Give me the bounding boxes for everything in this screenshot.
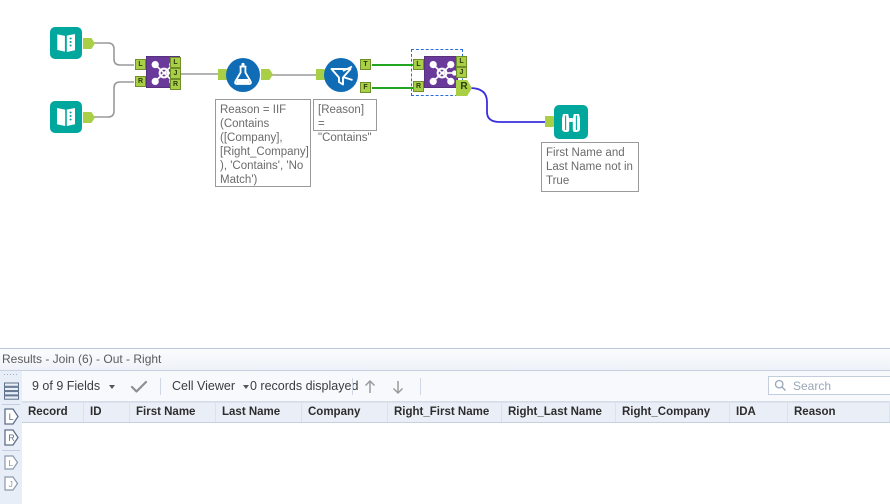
- output-anchor-left[interactable]: L: [170, 57, 181, 68]
- formula-icon: [226, 58, 260, 92]
- rail-divider-2: [2, 450, 20, 451]
- records-displayed-label: 0 records displayed: [250, 379, 359, 393]
- connection-join2-browse: [469, 87, 550, 123]
- workflow-canvas[interactable]: L R L J R T F L R L J R Reason = IIF (Co…: [0, 0, 890, 348]
- book-icon: [57, 108, 75, 126]
- toolbar-divider-1: [160, 378, 161, 395]
- browse-icon: [554, 105, 588, 139]
- output-anchor-join[interactable]: J: [456, 67, 467, 78]
- column-header[interactable]: IDA: [730, 403, 788, 422]
- connection-input2-join1: [93, 81, 134, 118]
- fields-selector[interactable]: 9 of 9 Fields: [32, 371, 115, 401]
- alteryx-window: L R L J R T F L R L J R Reason = IIF (Co…: [0, 0, 890, 504]
- funnel-icon: [330, 65, 353, 86]
- column-header[interactable]: First Name: [130, 403, 216, 422]
- apply-check-button[interactable]: [130, 371, 152, 401]
- svg-text:R: R: [8, 433, 15, 443]
- results-grid[interactable]: Record ID First Name Last Name Company Right_…: [22, 402, 890, 504]
- results-body: L R L J 9 of 9 Fields Cell Viewer 0 reco…: [0, 371, 890, 504]
- results-panel: Results - Join (6) - Out - Right L R L J…: [0, 348, 890, 504]
- cell-viewer-selector[interactable]: Cell Viewer: [172, 371, 250, 401]
- flask-icon: [234, 62, 252, 85]
- anchor-r-glyph: R: [4, 429, 19, 446]
- output-anchor-false[interactable]: F: [360, 82, 371, 93]
- chevron-down-icon: [108, 384, 115, 389]
- toolbar-divider-3: [420, 378, 421, 395]
- column-header[interactable]: Last Name: [216, 403, 302, 422]
- results-title: Results - Join (6) - Out - Right: [0, 349, 890, 371]
- formula-annotation: Reason = IIF (Contains ([Company], [Righ…: [215, 99, 311, 187]
- anchor-join-output-icon[interactable]: J: [3, 474, 20, 493]
- binoculars-icon: [562, 114, 580, 132]
- arrow-down-icon: [392, 380, 404, 394]
- output-anchor-left[interactable]: L: [456, 56, 467, 67]
- filter-annotation: [Reason] = "Contains": [313, 99, 377, 144]
- chevron-down-icon: [243, 384, 250, 389]
- output-anchor-right[interactable]: R: [170, 79, 181, 90]
- column-header[interactable]: Record: [22, 403, 84, 422]
- checkmark-icon: [130, 380, 148, 393]
- scroll-down-button[interactable]: [390, 371, 414, 401]
- fields-label: 9 of 9 Fields: [32, 379, 101, 393]
- drag-grip[interactable]: [3, 373, 19, 379]
- input-anchor-right[interactable]: R: [413, 81, 424, 92]
- input-data-icon-1: [50, 27, 82, 59]
- filter-icon: [324, 58, 358, 92]
- table-glyph: [4, 382, 19, 400]
- column-header[interactable]: Reason: [788, 403, 890, 422]
- cell-viewer-label: Cell Viewer: [172, 379, 235, 393]
- anchor-left-output-icon[interactable]: L: [3, 453, 20, 472]
- input-anchor-left[interactable]: L: [135, 59, 146, 70]
- anchor-j-out-glyph: J: [4, 476, 19, 491]
- scroll-up-button[interactable]: [362, 371, 386, 401]
- table-view-icon[interactable]: [3, 381, 20, 400]
- column-header[interactable]: ID: [84, 403, 130, 422]
- input-anchor-left[interactable]: L: [413, 59, 424, 70]
- column-header[interactable]: Right_Company: [616, 403, 730, 422]
- column-header[interactable]: Company: [302, 403, 388, 422]
- column-header[interactable]: Right_Last Name: [502, 403, 616, 422]
- anchor-l-out-glyph: L: [4, 455, 19, 470]
- anchor-right-input-icon[interactable]: R: [3, 428, 20, 447]
- input-data-icon-2: [50, 101, 82, 133]
- search-icon: [774, 379, 786, 391]
- join-glyph: [429, 61, 458, 85]
- input-anchor-right[interactable]: R: [135, 76, 146, 87]
- svg-text:J: J: [9, 479, 13, 489]
- arrow-up-icon: [364, 379, 376, 393]
- search-box[interactable]: [768, 376, 890, 396]
- grid-rows: [22, 423, 890, 504]
- browse-annotation: First Name and Last Name not in True: [541, 142, 639, 192]
- column-header[interactable]: Right_First Name: [388, 403, 502, 422]
- output-anchor-join[interactable]: J: [170, 68, 181, 79]
- anchor-l-glyph: L: [4, 408, 19, 425]
- results-toolbar: 9 of 9 Fields Cell Viewer 0 records disp…: [22, 371, 890, 402]
- book-icon: [56, 33, 75, 53]
- rail-divider: [2, 404, 20, 405]
- output-anchor-true[interactable]: T: [360, 59, 371, 70]
- search-input[interactable]: [791, 377, 890, 396]
- grid-header-row: Record ID First Name Last Name Company Right_…: [22, 402, 890, 423]
- svg-text:L: L: [8, 458, 13, 468]
- toolbar-divider-2: [352, 378, 353, 395]
- results-left-rail[interactable]: L R L J: [0, 371, 23, 504]
- svg-text:L: L: [9, 412, 14, 422]
- connection-input1-join1: [93, 42, 134, 66]
- anchor-left-input-icon[interactable]: L: [3, 407, 20, 426]
- join-icon: [424, 56, 458, 88]
